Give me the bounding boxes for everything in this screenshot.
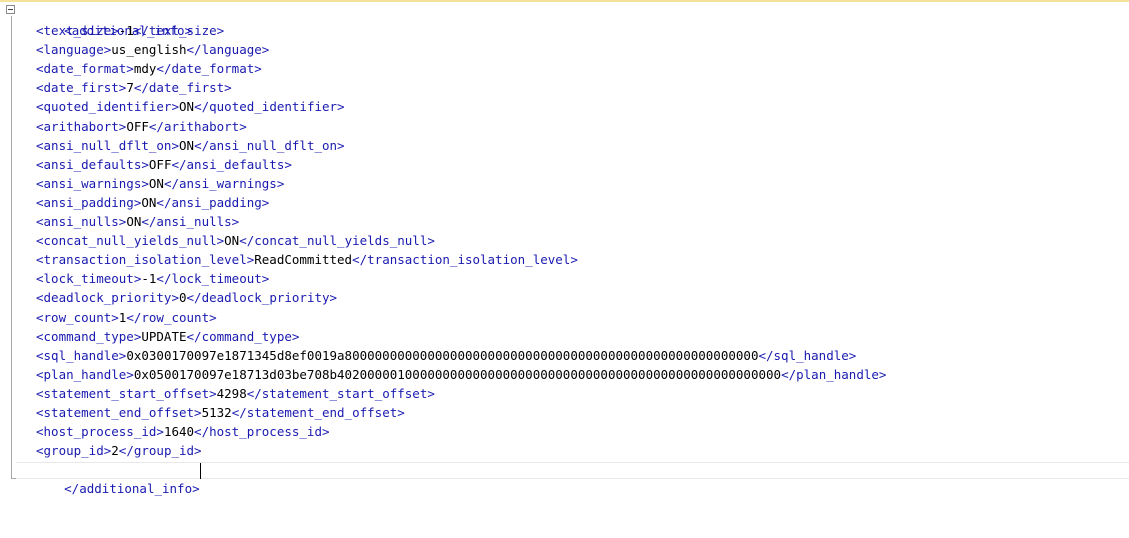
open-tag: <deadlock_priority> [36, 290, 179, 306]
element-value: UPDATE [141, 328, 187, 344]
open-tag: <plan_handle> [36, 366, 134, 382]
close-tag: </language> [186, 42, 270, 58]
xml-element-line: <ansi_defaults>OFF</ansi_defaults> [0, 155, 1129, 174]
close-tag: </deadlock_priority> [186, 290, 338, 306]
xml-element-line: <command_type>UPDATE</command_type> [0, 327, 1129, 346]
open-tag: <language> [36, 42, 112, 58]
element-value: ON [126, 214, 142, 230]
element-value: ON [141, 194, 157, 210]
xml-element-line: <ansi_padding>ON</ansi_padding> [0, 193, 1129, 212]
open-tag: <ansi_null_dflt_on> [36, 137, 179, 153]
close-tag: </quoted_identifier> [194, 99, 345, 115]
close-tag: </command_type> [186, 328, 300, 344]
open-tag: <statement_start_offset> [36, 385, 217, 401]
xml-element-line: <ansi_warnings>ON</ansi_warnings> [0, 174, 1129, 193]
xml-element-line: <date_format>mdy</date_format> [0, 59, 1129, 78]
xml-element-line: <lock_timeout>-1</lock_timeout> [0, 269, 1129, 288]
open-tag: <statement_end_offset> [36, 404, 202, 420]
xml-element-line: <statement_end_offset>5132</statement_en… [0, 403, 1129, 422]
element-value: OFF [126, 118, 149, 134]
close-tag: </plan_handle> [781, 366, 887, 382]
element-value: 1640 [163, 424, 195, 440]
close-tag: </statement_end_offset> [231, 404, 405, 420]
xml-element-line: <sql_handle>0x0300170097e1871345d8ef0019… [0, 346, 1129, 365]
open-tag: <ansi_nulls> [36, 214, 127, 230]
open-tag: <ansi_defaults> [36, 156, 149, 172]
xml-element-line: <plan_handle>0x0500170097e18713d03be708b… [0, 365, 1129, 384]
xml-element-line: <deadlock_priority>0</deadlock_priority> [0, 288, 1129, 307]
open-tag: <command_type> [36, 328, 142, 344]
open-tag: <sql_handle> [36, 347, 127, 363]
element-value: us_english [111, 42, 187, 58]
open-tag: <row_count> [36, 309, 119, 325]
open-tag: <date_first> [36, 80, 127, 96]
xml-element-line: <concat_null_yields_null>ON</concat_null… [0, 231, 1129, 250]
close-tag: </sql_handle> [758, 347, 857, 363]
xml-editor[interactable]: <additional_info> <text_size>-1</text_si… [0, 2, 1129, 496]
close-tag: </group_id> [118, 443, 202, 459]
element-value: 0 [179, 290, 187, 306]
xml-element-line: <date_first>7</date_first> [0, 78, 1129, 97]
element-value: ReadCommitted [254, 252, 353, 268]
close-tag: </transaction_isolation_level> [352, 252, 578, 268]
xml-element-line: <ansi_nulls>ON</ansi_nulls> [0, 212, 1129, 231]
element-value: 0x0500170097e18713d03be708b4020000010000… [133, 366, 782, 382]
element-value: 5132 [201, 404, 232, 420]
element-value: -1 [118, 23, 134, 39]
element-value: mdy [133, 61, 157, 77]
close-tag: </concat_null_yields_null> [239, 233, 435, 249]
open-tag: <lock_timeout> [36, 271, 142, 287]
root-open-line: <additional_info> [0, 2, 1129, 38]
open-tag: <date_format> [36, 61, 134, 77]
xml-element-line: <language>us_english</language> [0, 40, 1129, 59]
close-tag: </ansi_nulls> [141, 214, 240, 230]
element-value: OFF [148, 156, 172, 172]
close-tag: </ansi_padding> [156, 194, 270, 210]
open-tag: <text_size> [36, 23, 119, 39]
open-tag: <concat_null_yields_null> [36, 233, 225, 249]
element-value: ON [179, 99, 195, 115]
text-caret [199, 463, 201, 479]
close-tag: </host_process_id> [194, 424, 330, 440]
close-tag: </ansi_defaults> [171, 156, 292, 172]
xml-element-line: <statement_start_offset>4298</statement_… [0, 384, 1129, 403]
open-tag: <ansi_warnings> [36, 175, 149, 191]
close-tag: </row_count> [126, 309, 217, 325]
xml-element-line: <host_process_id>1640</host_process_id> [0, 422, 1129, 441]
open-tag: <group_id> [36, 443, 112, 459]
xml-element-line: <transaction_isolation_level>ReadCommitt… [0, 250, 1129, 269]
root-close-line: </additional_info> [0, 460, 1129, 496]
close-tag: </lock_timeout> [156, 271, 270, 287]
open-tag: <ansi_padding> [36, 194, 142, 210]
open-tag: <transaction_isolation_level> [36, 252, 255, 268]
element-value: 4298 [216, 385, 247, 401]
close-tag: </statement_start_offset> [246, 385, 435, 401]
xml-element-line: <group_id>2</group_id> [0, 441, 1129, 460]
element-value: ON [224, 233, 240, 249]
xml-element-line: <quoted_identifier>ON</quoted_identifier… [0, 97, 1129, 116]
close-tag: </ansi_null_dflt_on> [194, 137, 345, 153]
root-close-tag: </additional_info> [64, 481, 200, 497]
element-value: ON [148, 175, 164, 191]
element-value: 0x0300170097e1871345d8ef0019a80000000000… [126, 347, 759, 363]
open-tag: <host_process_id> [36, 424, 164, 440]
xml-element-line: <arithabort>OFF</arithabort> [0, 117, 1129, 136]
element-value: -1 [141, 271, 157, 287]
close-tag: </text_size> [133, 23, 225, 39]
close-tag: </arithabort> [148, 118, 247, 134]
xml-element-line: <text_size>-1</text_size> [0, 21, 1129, 40]
element-value: 7 [126, 80, 134, 96]
xml-element-line: <row_count>1</row_count> [0, 308, 1129, 327]
element-value: 2 [111, 443, 119, 459]
open-tag: <quoted_identifier> [36, 99, 179, 115]
close-tag: </date_format> [156, 61, 262, 77]
close-tag: </date_first> [133, 80, 232, 96]
xml-element-line: <ansi_null_dflt_on>ON</ansi_null_dflt_on… [0, 136, 1129, 155]
open-tag: <arithabort> [36, 118, 127, 134]
close-tag: </ansi_warnings> [163, 175, 285, 191]
element-value: ON [179, 137, 195, 153]
